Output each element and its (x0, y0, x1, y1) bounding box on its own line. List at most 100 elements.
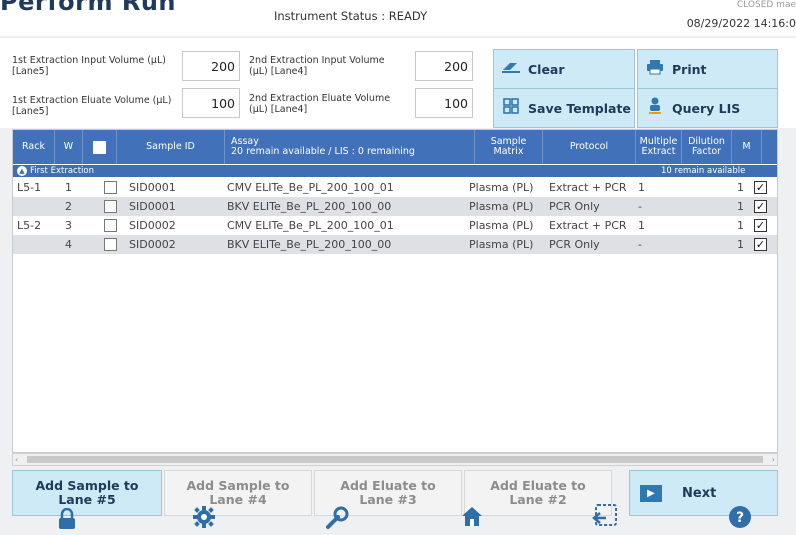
person-icon (638, 97, 672, 119)
cell-well: 2 (65, 200, 72, 213)
row-checkbox[interactable] (104, 181, 117, 194)
group-title: ▲ First Extraction (17, 165, 94, 177)
cell-assay[interactable]: CMV ELITe_Be_PL_200_100_01 (227, 178, 394, 197)
eraser-icon (494, 60, 528, 78)
col-dilution-line2: Factor (691, 146, 722, 157)
save-template-button[interactable]: Save Template (493, 88, 635, 128)
collapse-icon[interactable]: ▲ (17, 166, 27, 176)
cell-m-checkbox[interactable]: ✓ (754, 238, 767, 251)
sample-grid: Rack W Sample ID Assay 20 remain availab… (12, 129, 778, 453)
wrench-icon[interactable] (324, 505, 350, 535)
col-assay[interactable]: Assay 20 remain available / LIS : 0 rema… (225, 130, 475, 164)
top-bar: Perform Run Instrument Status : READY CL… (0, 0, 796, 36)
col-sample-matrix-line2: Matrix (493, 146, 524, 157)
cell-assay[interactable]: BKV ELITe_Be_PL_200_100_00 (227, 235, 391, 254)
horizontal-scrollbar[interactable]: ‹ › (12, 453, 778, 466)
scrollbar-thumb[interactable] (27, 456, 763, 463)
cell-dilution[interactable]: 1 (737, 216, 744, 235)
first-eluate-volume-label: 1st Extraction Eluate Volume (µL) [Lane5… (12, 95, 172, 117)
col-multiple-extract[interactable]: Multiple Extract (636, 130, 682, 164)
scroll-left-icon[interactable]: ‹ (15, 454, 18, 465)
second-eluate-volume-label: 2nd Extraction Eluate Volume (µL) [Lane4… (249, 93, 391, 115)
cell-well: 4 (65, 238, 72, 251)
table-row[interactable]: L5-1 1 SID0001 CMV ELITe_Be_PL_200_100_0… (13, 178, 777, 197)
next-button[interactable]: ▶ Next (629, 470, 778, 516)
group-remaining: 10 remain available (661, 166, 746, 176)
table-row[interactable]: 2 SID0001 BKV ELITe_Be_PL_200_100_00 Pla… (13, 197, 777, 216)
first-eluate-volume-field[interactable]: 100 (182, 88, 240, 118)
cell-well: 1 (65, 181, 72, 194)
instrument-status: Instrument Status : READY (274, 9, 428, 23)
col-protocol[interactable]: Protocol (543, 130, 636, 164)
save-template-label: Save Template (528, 100, 631, 116)
cell-rack: L5-1 (17, 181, 42, 194)
add-sample-lane5-button[interactable]: Add Sample to Lane #5 (12, 470, 162, 516)
cell-m-checkbox[interactable]: ✓ (754, 219, 767, 232)
col-assay-sub: 20 remain available / LIS : 0 remaining (231, 146, 415, 157)
table-row[interactable]: 4 SID0002 BKV ELITe_Be_PL_200_100_00 Pla… (13, 235, 777, 254)
lock-icon[interactable] (58, 507, 76, 534)
page-title: Perform Run (0, 0, 176, 16)
print-button-label: Print (672, 61, 707, 77)
col-select-all[interactable] (83, 130, 117, 164)
col-multiple-line2: Extract (641, 146, 676, 157)
query-lis-label: Query LIS (672, 100, 741, 116)
cell-dilution[interactable]: 1 (737, 178, 744, 197)
row-checkbox[interactable] (104, 200, 117, 213)
cell-protocol[interactable]: PCR Only (549, 235, 600, 254)
cell-m-checkbox[interactable]: ✓ (754, 181, 767, 194)
add-sample-lane4-button[interactable]: Add Sample to Lane #4 (164, 470, 312, 516)
clear-button[interactable]: Clear (493, 49, 635, 89)
second-input-volume-label: 2nd Extraction Input Volume (µL) [Lane4] (249, 55, 385, 77)
col-sample-id[interactable]: Sample ID (117, 130, 225, 164)
col-dilution-factor[interactable]: Dilution Factor (682, 130, 732, 164)
grid-header: Rack W Sample ID Assay 20 remain availab… (13, 130, 777, 164)
second-input-volume-field[interactable]: 200 (415, 51, 473, 81)
cell-protocol[interactable]: Extract + PCR (549, 178, 627, 197)
help-icon[interactable]: ? (728, 505, 752, 533)
datetime: 08/29/2022 14:16:0 (686, 17, 796, 30)
cell-multiple: 1 (638, 219, 645, 232)
col-sample-matrix[interactable]: Sample Matrix (475, 130, 543, 164)
row-checkbox[interactable] (104, 219, 117, 232)
cell-matrix: Plasma (PL) (469, 181, 534, 194)
cell-protocol[interactable]: Extract + PCR (549, 216, 627, 235)
second-eluate-volume-field[interactable]: 100 (415, 88, 473, 118)
print-button[interactable]: Print (637, 49, 778, 89)
system-status: CLOSED mae (736, 0, 796, 10)
cell-m-checkbox[interactable]: ✓ (754, 200, 767, 213)
cell-sample-id: SID0001 (129, 181, 176, 194)
col-m[interactable]: M (732, 130, 762, 164)
arrow-right-icon: ▶ (640, 484, 662, 502)
add-eluate-lane2-button[interactable]: Add Eluate to Lane #2 (464, 470, 612, 516)
cell-multiple: - (638, 238, 642, 251)
cell-dilution[interactable]: 1 (737, 197, 744, 216)
group-title-label: First Extraction (30, 166, 94, 176)
gear-icon[interactable] (192, 505, 216, 533)
cell-assay[interactable]: CMV ELITe_Be_PL_200_100_01 (227, 216, 394, 235)
cell-well: 3 (65, 219, 72, 232)
group-first-extraction[interactable]: ▲ First Extraction 10 remain available (13, 165, 777, 177)
home-icon[interactable] (460, 504, 484, 532)
scroll-right-icon[interactable]: › (772, 454, 775, 465)
cell-sample-id: SID0002 (129, 219, 176, 232)
col-well[interactable]: W (55, 130, 83, 164)
cell-sample-id: SID0001 (129, 200, 176, 213)
col-rack[interactable]: Rack (13, 130, 55, 164)
select-all-checkbox[interactable] (93, 140, 106, 154)
exit-icon[interactable] (592, 503, 618, 531)
query-lis-button[interactable]: Query LIS (637, 88, 778, 128)
cell-sample-id: SID0002 (129, 238, 176, 251)
extraction-parameters: 1st Extraction Input Volume (µL) [Lane5]… (0, 38, 796, 128)
row-checkbox[interactable] (104, 238, 117, 251)
cell-assay[interactable]: BKV ELITe_Be_PL_200_100_00 (227, 197, 391, 216)
add-sample-lane5-label: Add Sample to Lane #5 (35, 478, 139, 507)
cell-dilution[interactable]: 1 (737, 235, 744, 254)
cell-matrix: Plasma (PL) (469, 200, 534, 213)
table-row[interactable]: L5-2 3 SID0002 CMV ELITe_Be_PL_200_100_0… (13, 216, 777, 235)
svg-text:?: ? (736, 510, 744, 526)
first-input-volume-field[interactable]: 200 (182, 51, 240, 81)
cell-protocol[interactable]: PCR Only (549, 197, 600, 216)
cell-matrix: Plasma (PL) (469, 238, 534, 251)
grid-template-icon (494, 98, 528, 118)
